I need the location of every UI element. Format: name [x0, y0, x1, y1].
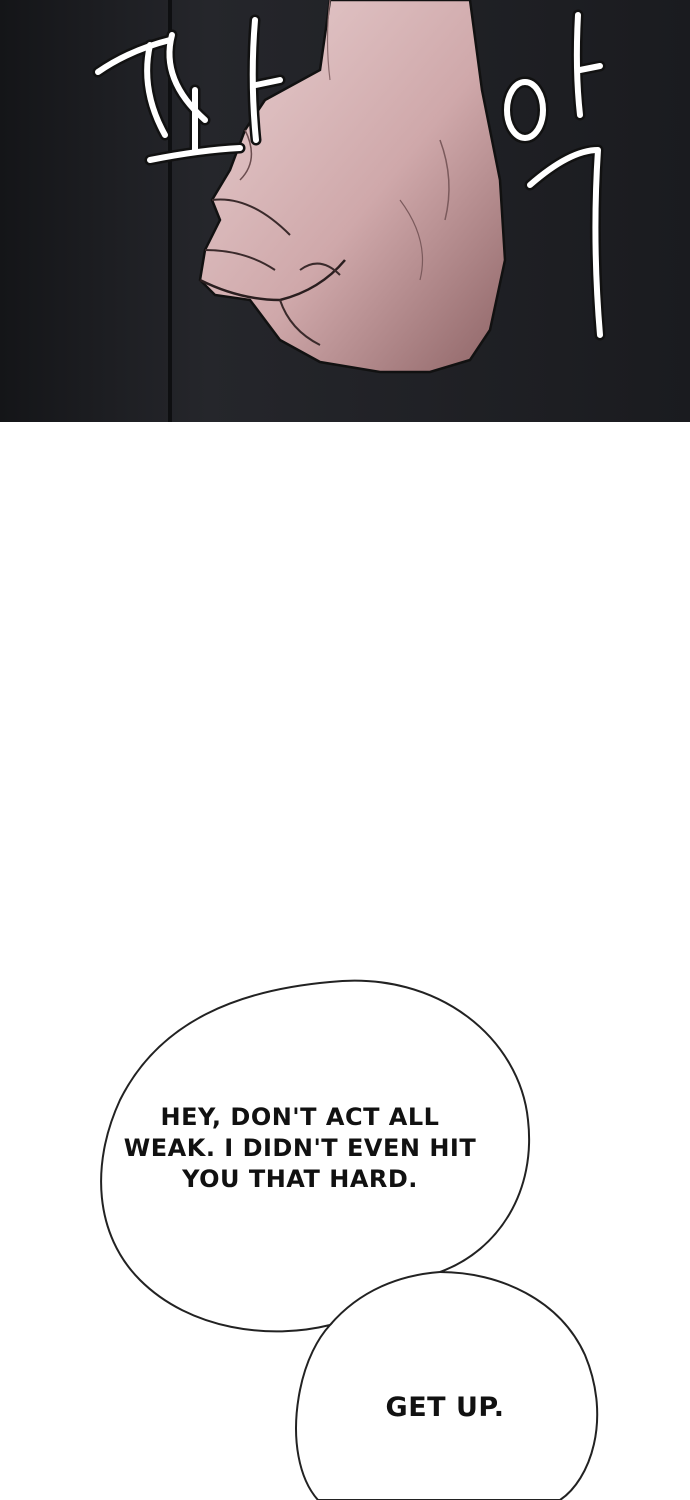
speech-line-1: HEY, DON'T ACT ALL: [160, 1103, 440, 1131]
comic-panel-punch: 짜 악: [0, 0, 690, 422]
speech-bubble-2-text: GET UP.: [385, 1392, 505, 1423]
speech-line-3: YOU THAT HARD.: [182, 1165, 418, 1193]
sfx-lettering: [92, 9, 606, 341]
speech-line-2: WEAK. I DIDN'T EVEN HIT: [123, 1134, 477, 1162]
speech-bubble-1-text: HEY, DON'T ACT ALL WEAK. I DIDN'T EVEN H…: [120, 1102, 480, 1195]
